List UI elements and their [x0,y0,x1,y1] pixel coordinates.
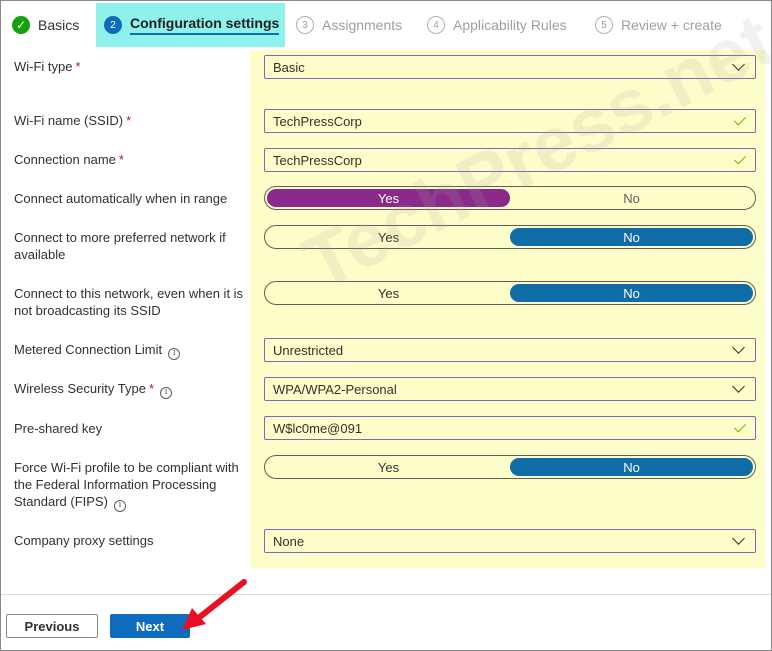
connection-name-label: Connection name * [14,152,124,167]
footer-divider [1,594,771,595]
proxy-label: Company proxy settings [14,533,154,548]
metered-label: Metered Connection Limit i [14,341,249,360]
step-assignments[interactable]: 3 Assignments [296,3,402,47]
connection-name-input[interactable]: TechPressCorp [264,148,756,172]
chevron-down-icon [732,341,745,354]
wifi-type-dropdown[interactable]: Basic [264,55,756,79]
toggle-yes-option[interactable]: Yes [267,284,510,302]
step-number-icon: 5 [595,16,613,34]
toggle-no-option[interactable]: No [510,458,753,476]
required-mark: * [148,381,155,396]
info-icon[interactable]: i [168,347,181,360]
annotation-arrow-icon [182,579,247,630]
security-type-dropdown[interactable]: WPA/WPA2-Personal [264,377,756,401]
chevron-down-icon [732,58,745,71]
step-number-icon: 4 [427,16,445,34]
wizard-steps: ✓ Basics 2 Configuration settings 3 Assi… [0,0,772,49]
step-number-icon: 2 [104,16,122,34]
wifi-type-label: Wi-Fi type * [14,59,81,74]
check-icon: ✓ [12,16,30,34]
security-type-value: WPA/WPA2-Personal [273,381,397,397]
toggle-no-option[interactable]: No [510,284,753,302]
fips-label: Force Wi-Fi profile to be compliant with… [14,460,239,512]
step-label: Applicability Rules [453,17,567,33]
step-configuration-settings[interactable]: 2 Configuration settings [96,3,286,47]
step-review-create[interactable]: 5 Review + create [595,3,722,47]
connect-preferred-toggle[interactable]: Yes No [264,225,756,249]
psk-value: W$lc0me@091 [273,420,363,436]
connect-auto-toggle[interactable]: Yes No [264,186,756,210]
connect-preferred-label: Connect to more preferred network if ava… [14,230,226,262]
proxy-dropdown[interactable]: None [264,529,756,553]
toggle-yes-option[interactable]: Yes [267,189,510,207]
wifi-name-label: Wi-Fi name (SSID) * [14,113,132,128]
toggle-yes-option[interactable]: Yes [267,228,510,246]
toggle-no-option[interactable]: No [510,228,753,246]
step-basics[interactable]: ✓ Basics [12,3,79,47]
wifi-type-value: Basic [273,59,305,75]
chevron-down-icon [732,380,745,393]
chevron-down-icon [732,532,745,545]
connect-hidden-toggle[interactable]: Yes No [264,281,756,305]
wifi-name-value: TechPressCorp [273,113,362,129]
required-mark: * [118,152,124,167]
required-mark: * [75,59,81,74]
connection-name-value: TechPressCorp [273,152,362,168]
step-applicability-rules[interactable]: 4 Applicability Rules [427,3,567,47]
proxy-value: None [273,533,305,549]
connect-auto-label: Connect automatically when in range [14,191,228,206]
metered-dropdown[interactable]: Unrestricted [264,338,756,362]
step-number-icon: 3 [296,16,314,34]
info-icon[interactable]: i [160,386,173,399]
wifi-name-input[interactable]: TechPressCorp [264,109,756,133]
psk-input[interactable]: W$lc0me@091 [264,416,756,440]
info-icon[interactable]: i [113,499,126,512]
step-label: Configuration settings [130,15,280,35]
connect-hidden-label: Connect to this network, even when it is… [14,286,244,318]
step-label: Review + create [621,17,722,33]
step-label: Assignments [322,17,403,33]
required-mark: * [126,113,132,128]
metered-value: Unrestricted [273,342,344,358]
psk-label: Pre-shared key [14,421,103,436]
fips-toggle[interactable]: Yes No [264,455,756,479]
toggle-yes-option[interactable]: Yes [267,458,510,476]
toggle-no-option[interactable]: No [510,189,753,207]
security-type-label: Wireless Security Type * i [14,380,249,399]
previous-button[interactable]: Previous [6,614,98,638]
step-label: Basics [38,17,80,33]
